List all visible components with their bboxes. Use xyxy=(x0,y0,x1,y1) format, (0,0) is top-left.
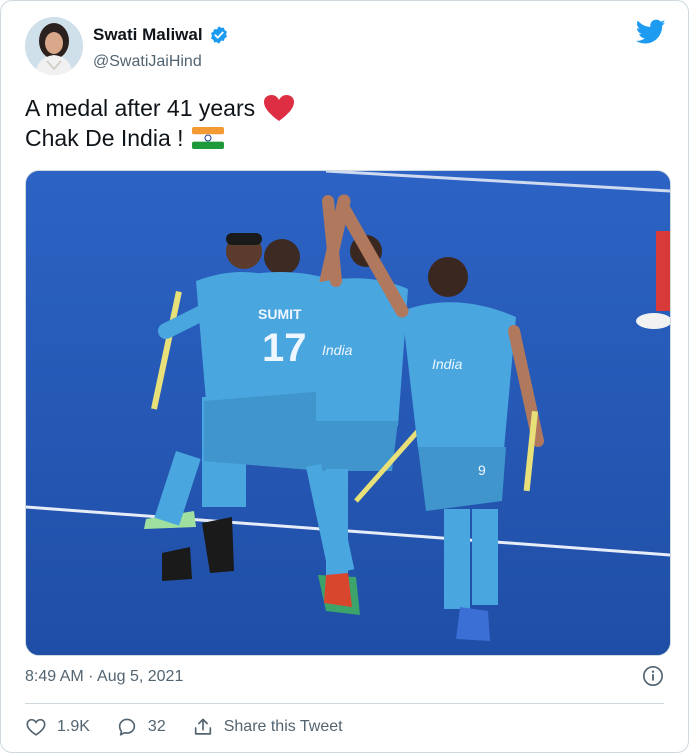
author-name[interactable]: Swati Maliwal xyxy=(93,25,203,45)
india-flag-icon xyxy=(191,127,224,149)
reply-button[interactable]: 32 xyxy=(116,716,166,738)
heart-icon xyxy=(26,718,46,736)
avatar[interactable] xyxy=(25,17,83,75)
jersey-name-text: SUMIT xyxy=(258,306,302,322)
tweet-timestamp[interactable]: 8:49 AM · Aug 5, 2021 xyxy=(25,668,183,686)
svg-text:India: India xyxy=(432,356,463,372)
reply-icon xyxy=(118,718,136,736)
hockey-players-image: SUMIT 17 India India 9 xyxy=(26,171,670,655)
share-label: Share this Tweet xyxy=(223,718,343,735)
share-button[interactable]: Share this Tweet xyxy=(192,716,343,738)
verified-badge-icon xyxy=(210,26,227,44)
tweet-line-2: Chak De India ! xyxy=(25,123,295,153)
info-icon[interactable] xyxy=(642,665,664,687)
divider xyxy=(25,703,664,704)
red-heart-icon xyxy=(264,95,295,121)
avatar-image xyxy=(25,17,83,75)
tweet-line-1: A medal after 41 years xyxy=(25,93,295,123)
tweet-line-1-text: A medal after 41 years xyxy=(25,95,256,121)
author-name-row[interactable]: Swati Maliwal xyxy=(93,25,229,45)
jersey-number-text: 17 xyxy=(262,326,307,370)
tweet-text: A medal after 41 years Chak De India ! xyxy=(25,93,295,153)
svg-text:9: 9 xyxy=(478,462,486,478)
tweet-card: Swati Maliwal @SwatiJaiHind A medal afte… xyxy=(0,0,689,753)
share-icon xyxy=(194,718,211,735)
author-handle[interactable]: @SwatiJaiHind xyxy=(93,53,202,71)
svg-text:India: India xyxy=(322,342,353,358)
tweet-actions: 1.9K 32 Share this Tweet xyxy=(25,716,369,738)
tweet-line-2-text: Chak De India ! xyxy=(25,125,184,151)
twitter-bird-icon[interactable] xyxy=(636,19,666,45)
tweet-photo[interactable]: SUMIT 17 India India 9 xyxy=(25,170,671,656)
like-count: 1.9K xyxy=(57,718,90,735)
like-button[interactable]: 1.9K xyxy=(25,716,90,738)
reply-count: 32 xyxy=(147,718,166,735)
